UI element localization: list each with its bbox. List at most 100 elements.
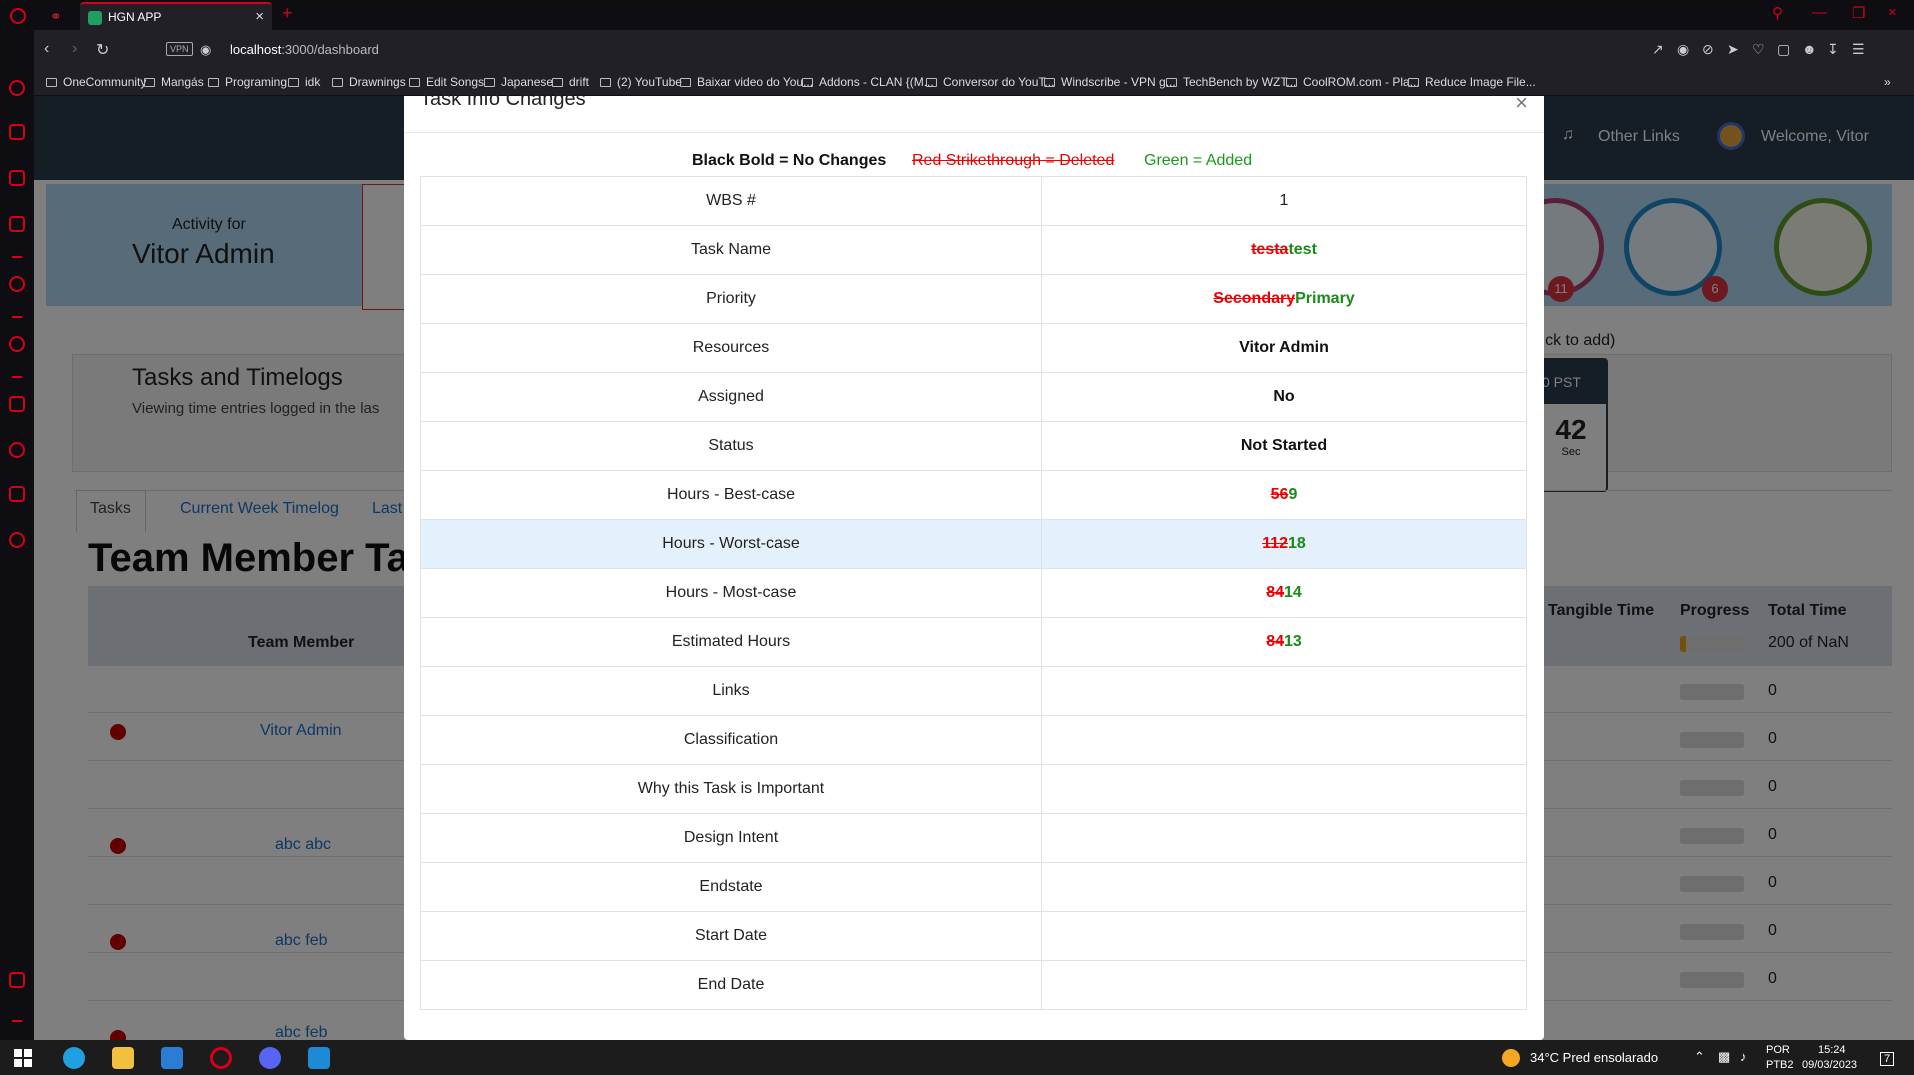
network-icon[interactable]: ▩ (1718, 1049, 1730, 1065)
bookmark-item[interactable]: Drawnings (332, 75, 406, 89)
bookmark-item[interactable]: Baixar video do You... (680, 75, 813, 89)
change-field-label: Hours - Best-case (420, 470, 1042, 520)
discord-icon[interactable] (9, 216, 25, 232)
back-icon[interactable]: ‹ (44, 40, 49, 58)
tab-title: HGN APP (108, 10, 162, 24)
share-icon[interactable]: ↗ (1652, 41, 1664, 58)
bookmark-item[interactable]: Japanese (484, 75, 553, 89)
adblock-icon[interactable]: ⊘ (1702, 41, 1714, 58)
windows-taskbar: 34°C Pred ensolarado ⌃ ▩ ♪ POR PTB2 15:2… (0, 1040, 1914, 1075)
discord-taskbar-icon[interactable] (259, 1047, 281, 1069)
lang-secondary[interactable]: PTB2 (1766, 1059, 1794, 1071)
tray-chevron-icon[interactable]: ⌃ (1694, 1049, 1705, 1065)
bookmark-item[interactable]: (2) YouTube (600, 75, 682, 89)
vscode-icon[interactable] (308, 1047, 330, 1069)
volume-icon[interactable]: ♪ (1740, 1049, 1747, 1064)
address-bar: ‹ › ↻ VPN ◉ localhost:3000/dashboard ↗ ◉… (34, 30, 1914, 70)
change-field-label: Estimated Hours (420, 617, 1042, 667)
extensions-icon[interactable]: ▢ (1777, 41, 1790, 58)
edge-icon[interactable] (63, 1047, 85, 1069)
heart-icon[interactable]: ♡ (1752, 41, 1765, 58)
settings-icon[interactable] (9, 532, 25, 548)
weather-text[interactable]: 34°C Pred ensolarado (1530, 1050, 1658, 1065)
mail-icon[interactable] (161, 1047, 183, 1069)
value-deleted: 56 (1270, 486, 1289, 503)
change-field-label: Task Name (420, 225, 1042, 275)
tab-close-icon[interactable]: × (255, 8, 264, 25)
windows-start-icon[interactable] (12, 1047, 34, 1069)
change-row: Why this Task is Important (420, 764, 1527, 814)
history-icon[interactable] (9, 442, 25, 458)
bookmark-item[interactable]: Reduce Image File... (1408, 75, 1536, 89)
value-added: 9 (1288, 486, 1298, 503)
bookmark-item[interactable]: TechBench by WZT... (1166, 75, 1296, 89)
screen: ⚭ HGN APP × + ⚲ — ❐ × ‹ › ↻ VPN ◉ localh… (0, 0, 1914, 1075)
bookmark-item[interactable]: OneCommunity (46, 75, 146, 89)
player-icon[interactable] (9, 336, 25, 352)
page-icon (1044, 78, 1055, 87)
weather-sun-icon[interactable] (1502, 1049, 1520, 1067)
search-tabs-icon[interactable]: ⚲ (1772, 4, 1783, 22)
change-field-value: Not Started (1041, 421, 1527, 471)
close-window-icon[interactable]: × (1888, 4, 1897, 21)
bookmark-item[interactable]: drift (552, 75, 589, 89)
change-field-value: No (1041, 372, 1527, 422)
bookmark-item[interactable]: Programing (208, 75, 287, 89)
cube-icon[interactable] (9, 486, 25, 502)
whatsapp-icon[interactable] (9, 276, 25, 292)
value-added: 13 (1284, 633, 1302, 650)
gallery-icon[interactable] (9, 972, 25, 988)
value-unchanged: Vitor Admin (1239, 339, 1329, 356)
twitch-icon[interactable] (9, 170, 25, 186)
sidebar-more-icon[interactable] (12, 1020, 22, 1022)
restore-icon[interactable]: ❐ (1852, 4, 1865, 22)
url-field[interactable]: localhost:3000/dashboard (230, 42, 379, 57)
change-field-label: WBS # (420, 176, 1042, 226)
download-arrow-icon (680, 78, 691, 87)
hgn-favicon-icon (88, 11, 102, 25)
opera-gx-icon[interactable] (210, 1047, 232, 1069)
speed-dial-icon[interactable] (9, 80, 25, 96)
bookmarks-bar: OneCommunity Mangás Programing idk Drawn… (34, 70, 1914, 96)
browser-tab[interactable]: HGN APP × (80, 2, 272, 30)
bookmark-item[interactable]: Windscribe - VPN g... (1044, 75, 1176, 89)
bookmark-item[interactable]: CoolROM.com - Pla... (1286, 75, 1420, 89)
clock-time[interactable]: 15:24 (1818, 1044, 1846, 1056)
forward-icon[interactable]: › (72, 40, 77, 58)
change-row: Links (420, 666, 1527, 716)
file-explorer-icon[interactable] (112, 1047, 134, 1069)
page-icon (1286, 78, 1297, 87)
camera-icon[interactable]: ◉ (1677, 41, 1689, 58)
messages-icon[interactable] (9, 396, 25, 412)
opera-logo-icon[interactable] (10, 8, 26, 24)
opera-sidebar (0, 30, 34, 1040)
change-field-value (1041, 813, 1527, 863)
shopping-icon[interactable] (9, 124, 25, 140)
change-field-label: Resources (420, 323, 1042, 373)
menu-icon[interactable]: ☰ (1852, 41, 1865, 58)
bookmark-item[interactable]: Mangás (144, 75, 204, 89)
bookmarks-more-icon[interactable]: » (1884, 75, 1891, 89)
value-deleted: 84 (1266, 633, 1284, 650)
change-field-value: 11218 (1041, 519, 1527, 569)
lang-primary[interactable]: POR (1766, 1044, 1790, 1056)
download-icon[interactable]: ↧ (1827, 41, 1839, 58)
bookmark-item[interactable]: Addons - CLAN {(M... (802, 75, 934, 89)
reload-icon[interactable]: ↻ (96, 40, 109, 60)
sidebar-divider (12, 316, 22, 318)
notification-count[interactable]: 7 (1880, 1052, 1895, 1066)
change-field-label: Hours - Most-case (420, 568, 1042, 618)
bookmark-label: Conversor do YouT... (943, 75, 1055, 89)
profile-icon[interactable]: ☻ (1802, 41, 1817, 57)
vpn-badge[interactable]: VPN (166, 42, 193, 56)
bookmark-item[interactable]: idk (288, 75, 320, 89)
gx-control-icon[interactable]: ⚭ (50, 8, 62, 25)
send-icon[interactable]: ➤ (1727, 41, 1739, 58)
clock-date[interactable]: 09/03/2023 (1802, 1059, 1857, 1071)
minimize-icon[interactable]: — (1812, 4, 1827, 21)
new-tab-icon[interactable]: + (282, 3, 293, 24)
modal-close-icon[interactable]: × (1515, 90, 1528, 116)
folder-icon (332, 78, 343, 87)
bookmark-item[interactable]: Edit Songs (409, 75, 484, 89)
bookmark-item[interactable]: Conversor do YouT... (926, 75, 1054, 89)
